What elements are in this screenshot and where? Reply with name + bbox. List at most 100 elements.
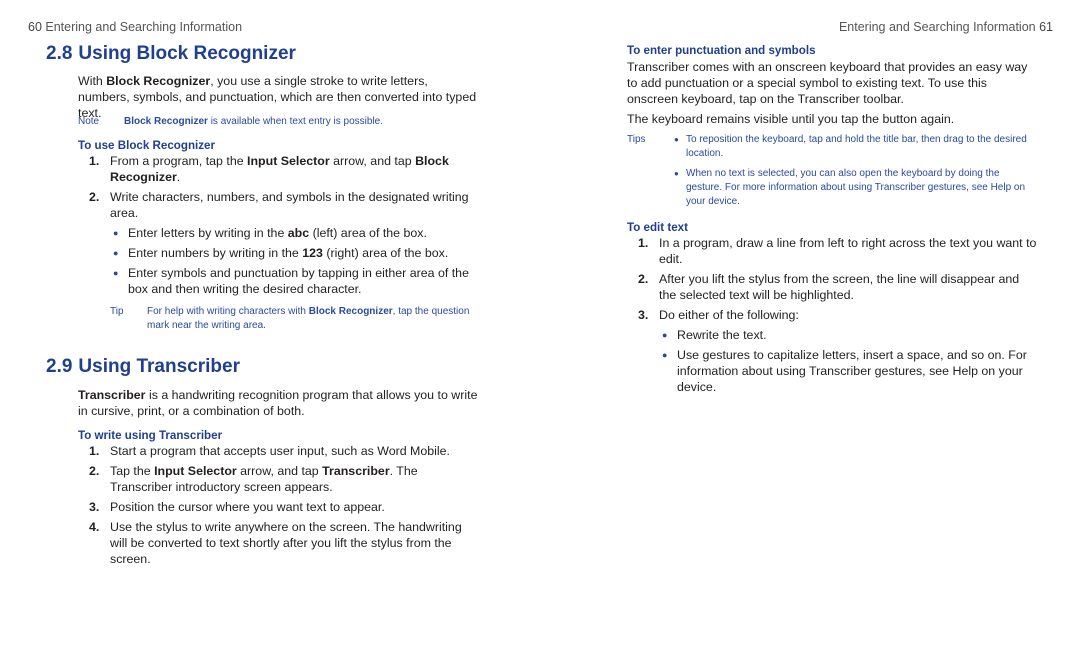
note: Note Block Recognizer is available when … [78, 115, 498, 129]
section-title-text: Using Block Recognizer [78, 43, 296, 64]
bold-text: Transcriber [322, 464, 390, 478]
bold-text: Input Selector [154, 464, 237, 478]
step-number: 3. [89, 500, 100, 514]
subhead-write-using-transcriber: To write using Transcriber [78, 429, 223, 442]
list-item: 2. After you lift the stylus from the sc… [638, 271, 1038, 303]
tips-label: Tips [627, 134, 646, 145]
bullet-item: ● Enter letters by writing in the abc (l… [89, 225, 469, 241]
bullet-text: Enter numbers by writing in the 123 (rig… [128, 245, 448, 261]
running-head-left: 60 Entering and Searching Information [28, 20, 242, 34]
note-bold: Block Recognizer [124, 116, 208, 127]
step-text: Tap the Input Selector arrow, and tap Tr… [110, 463, 479, 495]
bullet-icon: ● [113, 268, 119, 278]
bold-text: Input Selector [247, 154, 330, 168]
block-recognizer-intro: With Block Recognizer, you use a single … [78, 73, 478, 121]
step-text: Start a program that accepts user input,… [110, 444, 450, 458]
text: Enter letters by writing in the [128, 226, 288, 240]
tip-text: When no text is selected, you can also o… [686, 168, 1026, 207]
list-item: 3. Position the cursor where you want te… [89, 499, 479, 515]
step-number: 4. [89, 520, 100, 534]
step-text: Write characters, numbers, and symbols i… [110, 190, 469, 220]
list-item: 1. From a program, tap the Input Selecto… [89, 153, 469, 185]
bullet-item: ● Enter numbers by writing in the 123 (r… [89, 245, 469, 261]
subhead-use-block-recognizer: To use Block Recognizer [78, 139, 216, 152]
step-number: 1. [89, 444, 100, 458]
subhead-edit-text: To edit text [627, 221, 688, 234]
text: . [176, 170, 181, 184]
list-item: 2. Write characters, numbers, and symbol… [89, 189, 469, 221]
tips-label-spacer [627, 167, 674, 209]
bullet-icon: ● [662, 330, 668, 340]
list-item: 1. In a program, draw a line from left t… [638, 235, 1038, 267]
text: arrow, and tap [236, 464, 323, 478]
intro-bold: Transcriber [78, 388, 146, 402]
transcriber-steps: 1. Start a program that accepts user inp… [89, 443, 479, 571]
tip: Tip For help with writing characters wit… [110, 305, 470, 333]
tip-item: ● When no text is selected, you can also… [627, 167, 1037, 209]
intro-text: With [78, 74, 107, 88]
section-title-transcriber: 2.9 Using Transcriber [46, 356, 240, 378]
text: (left) area of the box. [309, 226, 427, 240]
text: From a program, tap the [110, 154, 248, 168]
step-number: 2. [89, 464, 100, 478]
bold-text: 123 [302, 246, 323, 260]
text: Tap the [110, 464, 155, 478]
note-label: Note [78, 116, 100, 127]
list-item: 3. Do either of the following: [638, 307, 1038, 323]
tip-item: Tips ● To reposition the keyboard, tap a… [627, 133, 1037, 161]
step-number: 2. [638, 272, 649, 286]
bullet-icon: ● [662, 350, 668, 360]
bullet-item: ● Use gestures to capitalize letters, in… [638, 347, 1038, 395]
text: For help with writing characters with [147, 306, 309, 317]
block-recognizer-steps: 1. From a program, tap the Input Selecto… [89, 153, 469, 301]
bullet-text: Enter symbols and punctuation by tapping… [128, 266, 469, 296]
list-item: 1. Start a program that accepts user inp… [89, 443, 479, 459]
text: arrow, and tap [329, 154, 416, 168]
section-number: 2.9 [46, 356, 73, 377]
section-number: 2.8 [46, 43, 73, 64]
tip-text: For help with writing characters with Bl… [147, 305, 470, 333]
step-text: After you lift the stylus from the scree… [659, 272, 1020, 302]
right-page: Entering and Searching Information 61 To… [540, 0, 1080, 663]
section-title-block-recognizer: 2.8 Using Block Recognizer [46, 43, 296, 65]
bullet-icon: ● [113, 228, 119, 238]
subhead-punctuation: To enter punctuation and symbols [627, 44, 816, 57]
step-number: 1. [89, 154, 100, 168]
running-head-text: Entering and Searching Information [838, 20, 1036, 34]
step-number: 1. [638, 236, 649, 250]
bold-text: Block Recognizer [308, 306, 393, 317]
tip-label: Tip [110, 306, 124, 317]
bullet-text: Use gestures to capitalize letters, inse… [677, 348, 1027, 394]
section-title-text: Using Transcriber [78, 356, 240, 377]
page-number: 61 [1039, 20, 1053, 34]
punctuation-para-2: The keyboard remains visible until you t… [627, 112, 955, 126]
text: Enter numbers by writing in the [128, 246, 303, 260]
tips: Tips ● To reposition the keyboard, tap a… [627, 133, 1037, 215]
step-text: Use the stylus to write anywhere on the … [110, 520, 462, 566]
bullet-icon: ● [674, 135, 679, 144]
step-number: 3. [638, 308, 649, 322]
page-number: 60 [28, 20, 42, 34]
step-text: Position the cursor where you want text … [110, 500, 385, 514]
note-text: Block Recognizer is available when text … [124, 115, 383, 129]
running-head-right: Entering and Searching Information 61 [839, 20, 1053, 34]
bullet-item: ● Rewrite the text. [638, 327, 1038, 343]
step-text: Do either of the following: [659, 308, 799, 322]
running-head-text: Entering and Searching Information [45, 20, 243, 34]
punctuation-para: Transcriber comes with an onscreen keybo… [627, 60, 1028, 106]
bullet-icon: ● [113, 248, 119, 258]
bullet-text: Enter letters by writing in the abc (lef… [128, 225, 427, 241]
list-item: 4. Use the stylus to write anywhere on t… [89, 519, 479, 567]
bullet-text: Rewrite the text. [677, 328, 767, 342]
intro-bold: Block Recognizer [106, 74, 211, 88]
step-text: From a program, tap the Input Selector a… [110, 153, 469, 185]
list-item: 2. Tap the Input Selector arrow, and tap… [89, 463, 479, 495]
edit-steps: 1. In a program, draw a line from left t… [638, 235, 1038, 399]
text: (right) area of the box. [322, 246, 449, 260]
note-body: is available when text entry is possible… [207, 116, 384, 127]
bold-text: abc [287, 226, 310, 240]
step-number: 2. [89, 190, 100, 204]
transcriber-intro: Transcriber is a handwriting recognition… [78, 387, 483, 419]
bullet-icon: ● [674, 169, 679, 178]
left-page: 60 Entering and Searching Information 2.… [0, 0, 540, 663]
